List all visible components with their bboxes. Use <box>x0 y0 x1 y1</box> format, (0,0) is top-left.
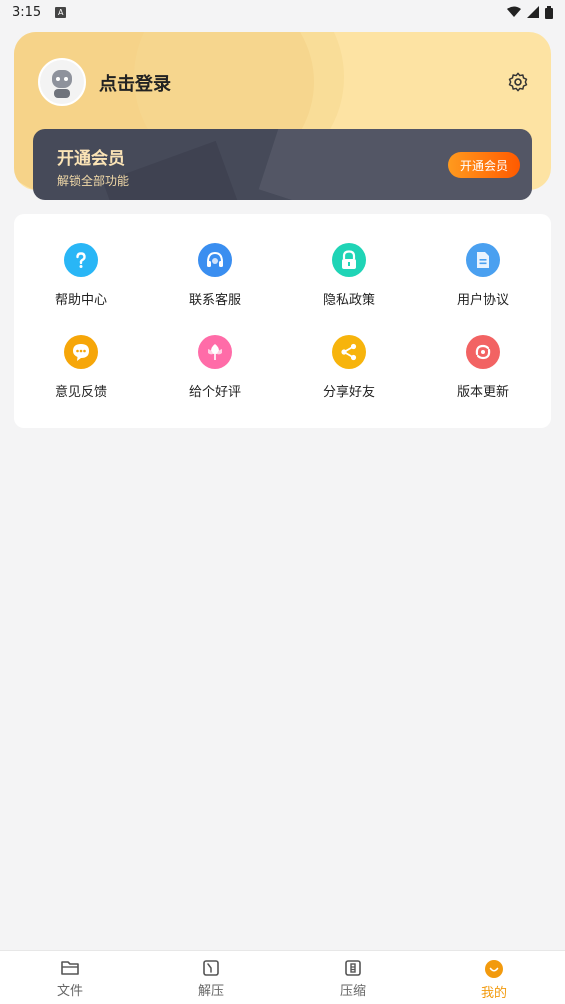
tab-mine[interactable]: 我的 <box>459 959 529 1001</box>
menu-item-label: 给个好评 <box>188 385 241 400</box>
headset-icon <box>198 243 232 277</box>
menu-item-help[interactable]: 帮助中心 <box>31 243 131 313</box>
update-icon <box>466 335 500 369</box>
menu-item-label: 分享好友 <box>322 385 375 400</box>
wifi-icon <box>507 6 521 17</box>
menu-grid: 帮助中心 联系客服 隐私政策 用户协议 意见反馈 给个好评 分享好友 版本更新 <box>14 214 551 428</box>
settings-gear-icon[interactable] <box>507 71 529 93</box>
vip-banner[interactable]: 开通会员 解锁全部功能 开通会员 <box>33 129 532 200</box>
tab-unzip[interactable]: 解压 <box>176 959 246 999</box>
notification-icon: A <box>55 6 67 18</box>
bottom-tab-bar: 文件 解压 压缩 我的 <box>0 950 565 1004</box>
signal-icon <box>527 6 539 18</box>
login-link[interactable]: 点击登录 <box>99 70 171 96</box>
profile-icon <box>485 960 503 978</box>
vip-subtitle: 解锁全部功能 <box>57 174 130 188</box>
tab-compress[interactable]: 压缩 <box>318 959 388 999</box>
feedback-icon <box>64 335 98 369</box>
tab-files[interactable]: 文件 <box>35 959 105 999</box>
menu-item-label: 帮助中心 <box>54 293 107 308</box>
flower-icon <box>198 335 232 369</box>
folder-icon <box>61 961 79 975</box>
help-icon <box>64 243 98 277</box>
vip-title: 开通会员 <box>57 149 125 169</box>
menu-item-feedback[interactable]: 意见反馈 <box>31 335 131 405</box>
share-icon <box>332 335 366 369</box>
document-icon <box>466 243 500 277</box>
menu-item-support[interactable]: 联系客服 <box>165 243 265 313</box>
robot-avatar-icon <box>52 70 72 98</box>
tab-label: 我的 <box>480 986 507 1001</box>
tab-label: 压缩 <box>339 984 366 999</box>
menu-item-label: 意见反馈 <box>54 385 107 400</box>
compress-icon <box>345 960 361 976</box>
battery-icon <box>545 5 553 19</box>
menu-item-label: 版本更新 <box>456 385 509 400</box>
unzip-icon <box>203 960 219 976</box>
lock-icon <box>332 243 366 277</box>
status-time: 3:15 <box>12 4 42 20</box>
avatar[interactable] <box>38 58 86 106</box>
menu-item-share[interactable]: 分享好友 <box>299 335 399 405</box>
menu-item-rate[interactable]: 给个好评 <box>165 335 265 405</box>
menu-item-label: 隐私政策 <box>322 293 375 308</box>
tab-label: 解压 <box>197 984 224 999</box>
open-vip-button[interactable]: 开通会员 <box>447 152 520 178</box>
menu-item-label: 用户协议 <box>456 293 509 308</box>
status-bar: 3:15 A <box>0 0 565 24</box>
menu-item-update[interactable]: 版本更新 <box>433 335 533 405</box>
tab-label: 文件 <box>56 984 83 999</box>
menu-item-privacy[interactable]: 隐私政策 <box>299 243 399 313</box>
menu-item-agreement[interactable]: 用户协议 <box>433 243 533 313</box>
menu-item-label: 联系客服 <box>188 293 241 308</box>
